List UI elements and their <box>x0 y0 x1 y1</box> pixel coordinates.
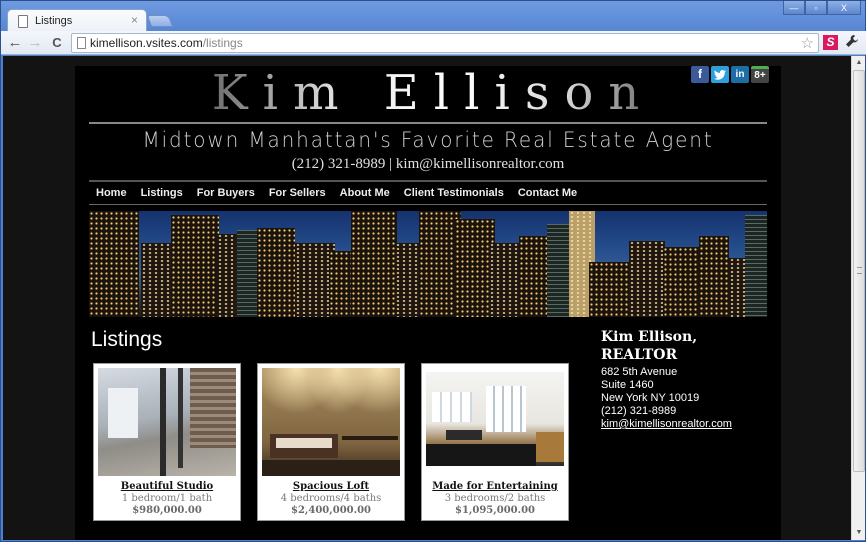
address-line-2: Suite 1460 <box>601 379 654 391</box>
extension-icon[interactable]: S <box>823 35 838 50</box>
nav-home[interactable]: Home <box>89 184 134 202</box>
header-contact: (212) 321-8989 | kim@kimellisonrealtor.c… <box>291 156 565 172</box>
twitter-icon[interactable] <box>711 66 729 83</box>
listing-price: $1,095,000.00 <box>454 505 536 516</box>
url-path: /listings <box>202 36 243 50</box>
agent-role: REALTOR <box>601 347 678 363</box>
address-line-3: New York NY 10019 <box>601 392 700 404</box>
minimize-button[interactable]: — <box>783 1 805 15</box>
facebook-icon[interactable]: f <box>691 66 709 83</box>
listing-card[interactable]: Beautiful Studio 1 bedroom/1 bath $980,0… <box>93 363 241 521</box>
scrollbar-thumb[interactable] <box>853 70 865 472</box>
bookmark-star-icon[interactable]: ☆ <box>801 34 814 52</box>
listing-photo-loft[interactable] <box>262 368 400 476</box>
page-viewport: Kim Ellison f in 8+ Midtown Manhattan's … <box>3 56 851 540</box>
nav-listings[interactable]: Listings <box>134 184 190 202</box>
agent-title: Kim Ellison, REALTOR <box>601 328 697 364</box>
url-text[interactable]: kimellison.vsites.com/listings <box>90 36 243 50</box>
listing-rooms: 4 bedrooms/4 baths <box>280 493 382 504</box>
main-nav: Home Listings For Buyers For Sellers Abo… <box>89 184 767 202</box>
nav-for-buyers[interactable]: For Buyers <box>190 184 262 202</box>
listing-card[interactable]: Spacious Loft 4 bedrooms/4 baths $2,400,… <box>257 363 405 521</box>
back-button[interactable]: ← <box>5 33 25 53</box>
listing-price: $2,400,000.00 <box>290 505 372 516</box>
scroll-up-arrow-icon[interactable]: ▲ <box>852 56 866 70</box>
page-icon <box>77 37 86 49</box>
address-line-1: 682 5th Avenue <box>601 366 678 378</box>
agent-phone: (212) 321-8989 <box>601 405 677 417</box>
new-tab-button[interactable] <box>146 15 174 27</box>
tab-title: Listings <box>35 15 73 27</box>
brand-name: Kim Ellison <box>211 65 655 121</box>
nav-for-sellers[interactable]: For Sellers <box>262 184 333 202</box>
scroll-down-arrow-icon[interactable]: ▼ <box>852 526 866 540</box>
site-brand: Kim Ellison <box>75 66 781 120</box>
listing-rooms: 1 bedroom/1 bath <box>121 493 213 504</box>
listing-rooms: 3 bedrooms/2 baths <box>444 493 546 504</box>
agent-name: Kim Ellison, <box>601 329 698 345</box>
skyline-banner-image <box>89 211 767 317</box>
tab-bar: Listings × — ▫ X <box>1 1 866 33</box>
url-host: kimellison.vsites.com <box>90 36 203 50</box>
divider <box>89 122 767 124</box>
listing-card[interactable]: Made for Entertaining 3 bedrooms/2 baths… <box>421 363 569 521</box>
browser-toolbar: ← → C kimellison.vsites.com/listings ☆ S <box>1 31 866 55</box>
page-icon <box>18 15 28 28</box>
site-page: Kim Ellison f in 8+ Midtown Manhattan's … <box>75 66 781 540</box>
divider <box>89 180 767 182</box>
maximize-button[interactable]: ▫ <box>805 1 827 15</box>
vertical-scrollbar[interactable]: ▲ ▼ <box>851 56 865 540</box>
listing-price: $980,000.00 <box>132 505 202 516</box>
close-tab-icon[interactable]: × <box>131 13 138 27</box>
linkedin-icon[interactable]: in <box>731 66 749 83</box>
reload-button[interactable]: C <box>47 33 67 53</box>
wrench-menu-icon[interactable] <box>845 34 859 51</box>
address-bar[interactable]: kimellison.vsites.com/listings ☆ <box>71 33 819 53</box>
google-plus-icon[interactable]: 8+ <box>751 66 769 83</box>
listing-name[interactable]: Beautiful Studio <box>94 481 240 492</box>
divider <box>89 204 767 205</box>
listing-photo-studio[interactable] <box>98 368 236 476</box>
window-controls: — ▫ X <box>783 1 861 15</box>
social-links: f in 8+ <box>691 66 769 83</box>
agent-email-link[interactable]: kim@kimellisonrealtor.com <box>601 418 732 430</box>
listing-name[interactable]: Made for Entertaining <box>422 481 568 492</box>
page-heading: Listings <box>91 328 163 351</box>
tab-listings[interactable]: Listings × <box>7 9 147 33</box>
listing-name[interactable]: Spacious Loft <box>258 481 404 492</box>
nav-client-testimonials[interactable]: Client Testimonials <box>397 184 511 202</box>
close-window-button[interactable]: X <box>827 1 861 15</box>
listing-photo-entertaining[interactable] <box>426 372 564 466</box>
forward-button[interactable]: → <box>25 33 45 53</box>
browser-window: Listings × — ▫ X ← → C kimellison.vsites… <box>0 0 866 542</box>
tagline: Midtown Manhattan's Favorite Real Estate… <box>142 128 714 152</box>
nav-about-me[interactable]: About Me <box>333 184 397 202</box>
nav-contact-me[interactable]: Contact Me <box>511 184 584 202</box>
